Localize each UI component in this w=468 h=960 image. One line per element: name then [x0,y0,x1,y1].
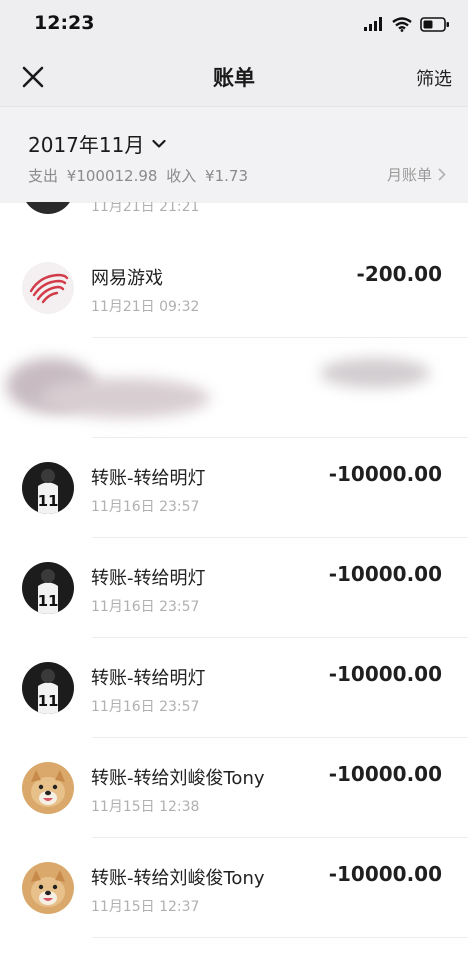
avatar [22,262,74,314]
jersey-avatar-icon: 11 [38,569,59,614]
income-label: 收入 [166,167,197,185]
transaction-time: 11月21日 09:32 [91,299,200,315]
avatar [22,862,74,914]
blur-mask [40,378,210,418]
svg-text:11: 11 [38,492,59,510]
transaction-title: 网易游戏 [91,268,163,289]
monthly-bill-link[interactable]: 月账单 [387,164,446,185]
month-label: 2017年11月 [28,133,145,157]
chevron-down-icon [152,139,166,148]
month-summary: 支出 ¥100012.98 收入 ¥1.73 [28,165,252,186]
filter-button[interactable]: 筛选 [416,65,452,91]
dog-avatar-icon [31,870,65,907]
avatar [22,202,74,214]
avatar: 11 [22,562,74,614]
transaction-amount: -10000.00 [328,562,442,586]
month-selector[interactable]: 2017年11月 [28,129,166,158]
svg-text:11: 11 [38,592,59,610]
list-item-partial[interactable]: 11月21日 21:21 [0,202,468,238]
transaction-amount: -10000.00 [328,662,442,686]
transaction-time: 11月15日 12:38 [91,799,200,815]
signal-icon [364,17,382,31]
jersey-avatar-icon: 11 [38,469,59,514]
transaction-title: 转账-转给明灯 [91,468,206,489]
list-item[interactable]: 网易游戏 11月21日 09:32 -200.00 [0,238,468,338]
transaction-amount: -10000.00 [328,862,442,886]
transaction-amount: -10000.00 [328,462,442,486]
expense-label: 支出 [28,167,59,185]
transaction-title: 转账-转给明灯 [91,568,206,589]
svg-text:11: 11 [38,692,59,710]
avatar: 11 [22,662,74,714]
expense-value: ¥100012.98 [66,167,158,185]
avatar: 11 [22,462,74,514]
transaction-time: 11月16日 23:57 [91,599,200,615]
transaction-title: 转账-转给刘峻俊Tony [91,868,265,889]
list-item[interactable]: 11 转账-转给明灯 11月16日 23:57 -10000.00 [0,638,468,738]
transaction-time: 11月16日 23:57 [91,499,200,515]
transaction-amount: -200.00 [356,262,442,286]
transaction-list: 11月21日 21:21 网易游戏 11月21日 09:32 -200.00 1… [0,202,468,960]
chevron-right-icon [438,168,446,181]
netease-logo-icon [29,273,69,304]
transaction-time: 11月15日 12:37 [91,899,200,915]
battery-icon [420,16,449,32]
page-title: 账单 [213,66,255,90]
list-item[interactable]: 11 转账-转给明灯 11月16日 23:57 -10000.00 [0,438,468,538]
transaction-time: 11月16日 23:57 [91,699,200,715]
jersey-avatar-icon: 11 [38,669,59,714]
blur-mask [320,358,430,388]
dog-avatar-icon [31,770,65,807]
list-item[interactable]: 转账-转给刘峻俊Tony 11月15日 12:37 -10000.00 [0,838,468,938]
monthly-bill-label: 月账单 [386,166,432,184]
nav-bar: 账单 筛选 [0,48,468,106]
list-item-blurred[interactable] [0,338,468,438]
month-header: 2017年11月 支出 ¥100012.98 收入 ¥1.73 月账单 [0,106,468,203]
status-time: 12:23 [34,12,95,34]
transaction-title: 转账-转给明灯 [91,668,206,689]
divider [92,937,468,938]
list-item[interactable]: 11 转账-转给明灯 11月16日 23:57 -10000.00 [0,538,468,638]
transaction-title: 转账-转给刘峻俊Tony [91,768,265,789]
transaction-amount: -10000.00 [328,762,442,786]
wifi-icon [392,16,412,32]
income-value: ¥1.73 [205,167,248,185]
transaction-time: 11月21日 21:21 [91,202,200,215]
status-icons [364,14,450,34]
avatar [22,762,74,814]
list-item[interactable]: 转账-转给刘峻俊Tony 11月15日 12:38 -10000.00 [0,738,468,838]
status-bar: 12:23 [0,0,468,48]
